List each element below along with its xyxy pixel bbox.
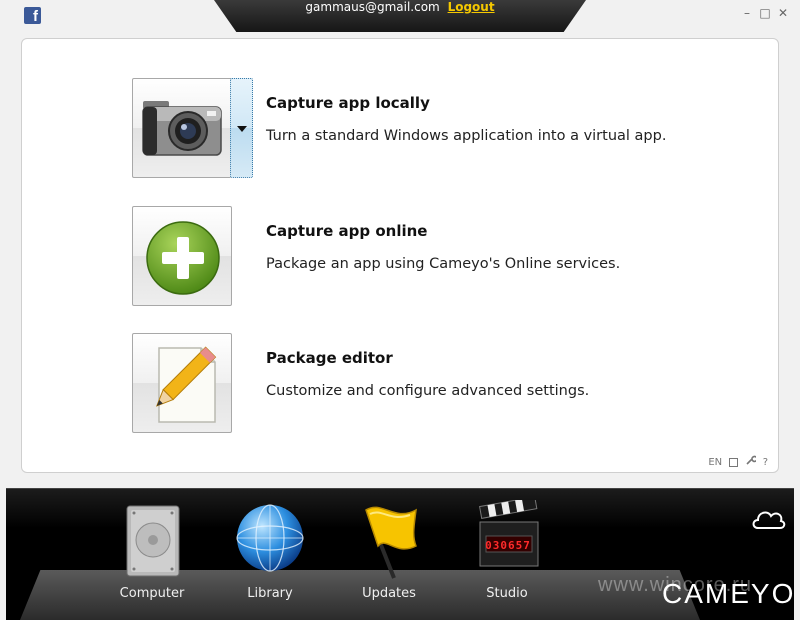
hard-drive-icon	[126, 505, 180, 577]
close-button[interactable]: ✕	[776, 6, 790, 20]
dock-label-studio: Studio	[486, 586, 528, 601]
package-editor-button[interactable]	[132, 333, 232, 433]
dock-label-library: Library	[247, 586, 293, 601]
dock-label-updates: Updates	[362, 586, 416, 601]
capture-online-description: Package an app using Cameyo's Online ser…	[266, 256, 621, 272]
document-pencil-icon	[155, 346, 217, 423]
wrench-icon[interactable]	[745, 455, 758, 468]
cloud-icon[interactable]	[750, 506, 786, 532]
camera-icon	[142, 101, 222, 156]
studio-counter: 030657	[485, 539, 531, 552]
window-mode-icon[interactable]	[729, 457, 739, 467]
action-package-editor: Package editor Customize and configure a…	[132, 333, 732, 433]
language-selector[interactable]: EN	[708, 457, 722, 468]
action-capture-online: Capture app online Package an app using …	[132, 206, 732, 306]
dock-item-updates[interactable]: Updates	[339, 500, 439, 608]
package-editor-description: Customize and configure advanced setting…	[266, 383, 590, 399]
minimize-button[interactable]: –	[740, 6, 754, 20]
account-email: gammaus@gmail.com	[305, 0, 440, 14]
action-capture-local: Capture app locally Turn a standard Wind…	[132, 78, 732, 178]
help-button[interactable]: ?	[763, 457, 768, 468]
plus-circle-icon	[146, 221, 220, 295]
capture-local-description: Turn a standard Windows application into…	[266, 128, 667, 144]
package-editor-title: Package editor	[266, 349, 393, 367]
dock-item-studio[interactable]: 030657 Studio	[457, 500, 557, 608]
brand-logo: CAMEYO	[662, 578, 796, 609]
main-panel: Capture app locally Turn a standard Wind…	[21, 38, 779, 473]
flag-icon	[365, 506, 417, 579]
title-bar: f gammaus@gmail.com Logout – □ ✕	[0, 0, 800, 34]
maximize-button[interactable]: □	[758, 6, 772, 20]
dock-item-library[interactable]: Library	[220, 500, 320, 608]
chevron-down-icon	[237, 126, 247, 132]
facebook-icon[interactable]: f	[24, 7, 41, 24]
globe-icon	[236, 504, 304, 572]
capture-local-title: Capture app locally	[266, 94, 430, 112]
logout-link[interactable]: Logout	[448, 0, 495, 14]
dock-item-computer[interactable]: Computer	[102, 500, 202, 608]
capture-local-button[interactable]	[132, 78, 232, 178]
capture-online-button[interactable]	[132, 206, 232, 306]
dock-label-computer: Computer	[119, 586, 185, 601]
capture-local-dropdown-button[interactable]	[230, 78, 253, 178]
account-tab: gammaus@gmail.com Logout	[214, 0, 586, 32]
panel-footer: EN ?	[704, 455, 768, 468]
capture-online-title: Capture app online	[266, 222, 428, 240]
